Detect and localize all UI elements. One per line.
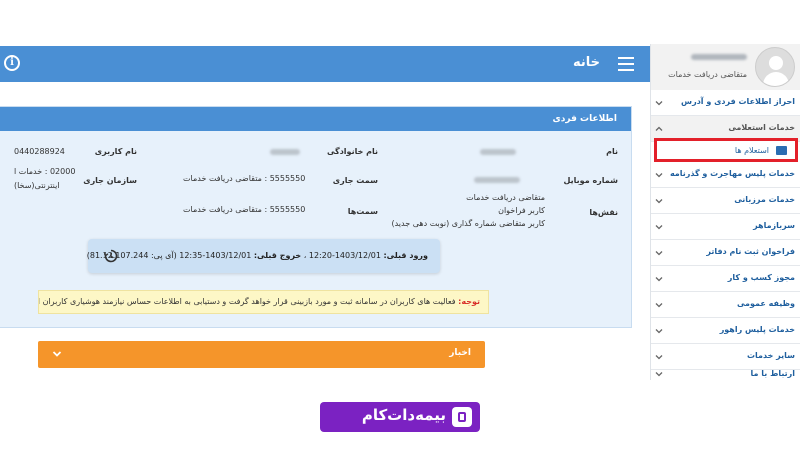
sidebar-item-label: سرباز‌ماهر [753, 221, 795, 230]
family-label: نام خانوادگی [326, 147, 378, 156]
chevron-down-icon [655, 277, 663, 282]
chevron-down-icon [655, 355, 663, 360]
prev-logout-label: خروج قبلی: [253, 251, 302, 260]
sidebar-item-label: وظیفه عمومی [736, 299, 795, 308]
mobile-label: شماره موبایل [563, 176, 618, 185]
roles-label: نقش‌ها [589, 208, 618, 217]
sidebar-item-other-services[interactable]: سایر خدمات [651, 344, 800, 370]
panel-title: اطلاعات فردی [0, 107, 631, 131]
news-accordion[interactable]: اخبار [38, 341, 485, 368]
sidebar-item-office-registration[interactable]: فراخوان ثبت نام دفاتر [651, 240, 800, 266]
prev-login-value: 1403/12/01-12:20 [308, 251, 381, 260]
mobile-value-blurred [474, 177, 520, 183]
positions-value: 5555550 : متقاضی دریافت خدمات [183, 205, 306, 214]
prev-login-label: ورود قبلی: [383, 251, 428, 260]
chevron-down-icon[interactable] [52, 349, 62, 359]
last-login-info: ورود قبلی: 1403/12/01-12:20 ، خروج قبلی:… [87, 239, 440, 273]
user-role: متقاضی دریافت خدمات [668, 70, 747, 79]
current-position-label: سمت جاری [332, 176, 378, 185]
current-org-value-line2: اینترنتی(سخا) [14, 181, 60, 190]
security-notice: توجه: فعالیت های کاربران در سامانه ثبت و… [38, 290, 489, 314]
sidebar-item-identity[interactable]: احراز اطلاعات فردی و آدرس [651, 90, 800, 116]
sidebar-item-label: مجوز کسب و کار [727, 273, 795, 282]
sidebar-item-label: خدمات پلیس راهور [719, 325, 795, 334]
info-icon[interactable]: i [4, 55, 20, 71]
page-title: خانه [572, 55, 600, 70]
sidebar-item-skilled-soldier[interactable]: سرباز‌ماهر [651, 214, 800, 240]
role-item: متقاضی دریافت خدمات [466, 193, 545, 202]
sidebar-item-label: فراخوان ثبت نام دفاتر [706, 247, 795, 256]
chevron-down-icon [655, 199, 663, 204]
chevron-down-icon [655, 225, 663, 230]
hamburger-icon[interactable] [618, 57, 634, 71]
sidebar-item-label: احراز اطلاعات فردی و آدرس [681, 97, 795, 106]
chevron-up-icon [655, 126, 663, 131]
name-value-blurred [480, 149, 516, 155]
search-list-icon [776, 146, 787, 155]
sidebar-item-label: خدمات پلیس مهاجرت و گذرنامه [669, 169, 795, 178]
sidebar-item-label: خدمات مرزبانی [734, 195, 795, 204]
chevron-down-icon [655, 251, 663, 256]
history-icon[interactable] [104, 249, 118, 263]
logo-text: بیمه‌دات‌کام [361, 406, 446, 424]
notice-text: فعالیت های کاربران در سامانه ثبت و مورد … [38, 297, 456, 306]
role-item: کاربر متقاضی شماره گذاری (نوبت دهی جدید) [391, 219, 545, 228]
sidebar-item-business-license[interactable]: مجوز کسب و کار [651, 266, 800, 292]
prev-logout-value: 1403/12/01-12:35 [179, 251, 252, 260]
positions-label: سمت‌ها [347, 207, 378, 216]
name-label: نام [606, 147, 618, 156]
username-value: 0440288924 [14, 147, 65, 156]
avatar [755, 47, 795, 87]
role-item: کاربر فراخوان [498, 206, 545, 215]
family-value-blurred [270, 149, 300, 155]
username-label: نام کاربری [94, 147, 137, 156]
sidebar-item-label: سایر خدمات [746, 351, 795, 360]
sidebar-item-immigration[interactable]: خدمات پلیس مهاجرت و گذرنامه [651, 162, 800, 188]
logo-mark-icon [452, 407, 472, 427]
watermark-logo: بیمه‌دات‌کام [320, 402, 480, 432]
separator: ، [303, 251, 307, 260]
user-profile: متقاضی دریافت خدمات [651, 44, 800, 90]
top-header-bar: i خانه [0, 46, 650, 82]
sidebar-subitem-inquiries[interactable]: استعلام ها [654, 138, 798, 162]
chevron-down-icon [655, 329, 663, 334]
chevron-down-icon [655, 173, 663, 178]
notice-label: توجه: [458, 297, 480, 306]
current-org-label: سازمان جاری [83, 176, 137, 185]
sidebar-subitem-label: استعلام ها [734, 146, 769, 155]
sidebar-item-traffic-police[interactable]: خدمات پلیس راهور [651, 318, 800, 344]
ip-label: (آی پی: [150, 251, 177, 260]
sidebar: متقاضی دریافت خدمات احراز اطلاعات فردی و… [650, 44, 800, 380]
chevron-down-icon [655, 303, 663, 308]
current-org-value: 02000 : خدمات ا [14, 167, 76, 176]
sidebar-item-military-service[interactable]: وظیفه عمومی [651, 292, 800, 318]
sidebar-item-label: خدمات استعلامی [728, 123, 795, 132]
news-title: اخبار [449, 348, 471, 358]
user-name-blurred [691, 54, 747, 60]
sidebar-item-contact[interactable]: ارتباط با ما [651, 369, 800, 380]
current-position-value: 5555550 : متقاضی دریافت خدمات [183, 174, 306, 183]
sidebar-item-border[interactable]: خدمات مرزبانی [651, 188, 800, 214]
sidebar-item-label: ارتباط با ما [750, 369, 795, 378]
chevron-down-icon [655, 101, 663, 106]
chevron-down-icon [655, 372, 663, 377]
